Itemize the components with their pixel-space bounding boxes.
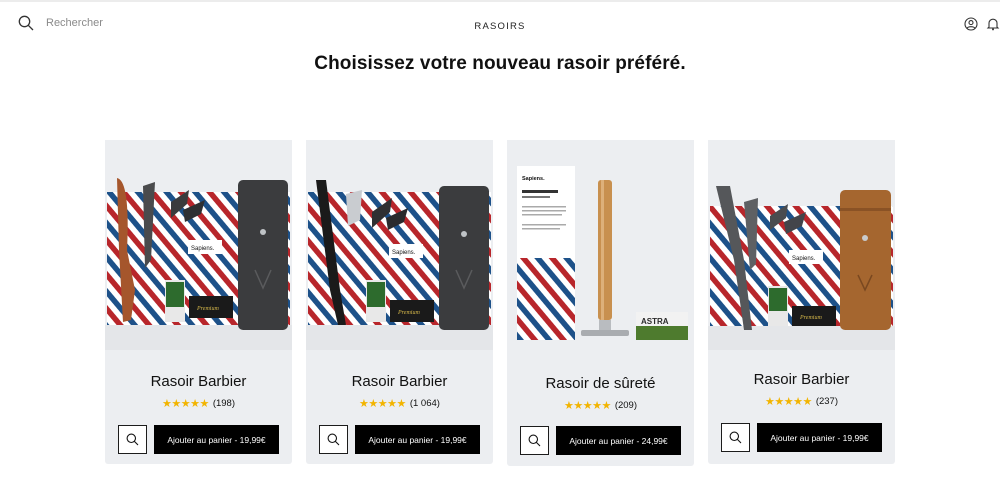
svg-text:Premium: Premium	[799, 315, 822, 321]
quick-view-button[interactable]	[520, 426, 549, 455]
add-to-cart-button[interactable]: Ajouter au panier - 19,99€	[355, 425, 480, 454]
product-rating: ★★★★★ (198)	[105, 397, 292, 410]
search-icon	[528, 434, 541, 447]
product-card: Sapiens. Premium Rasoir Barbier ★★★★★ (2…	[708, 140, 895, 464]
search-icon	[126, 433, 139, 446]
svg-text:Sapiens.: Sapiens.	[522, 176, 545, 182]
product-image[interactable]: Sapiens. Premium	[708, 140, 895, 350]
quick-view-button[interactable]	[721, 423, 750, 452]
rating-stars-icon: ★★★★★	[359, 398, 406, 410]
search-icon	[729, 431, 742, 444]
product-rating: ★★★★★ (1 064)	[306, 397, 493, 410]
quick-view-button[interactable]	[319, 425, 348, 454]
add-to-cart-button[interactable]: Ajouter au panier - 19,99€	[154, 425, 279, 454]
headline: Choisissez votre nouveau rasoir préféré.	[314, 53, 686, 74]
product-rating: ★★★★★ (237)	[708, 395, 895, 408]
page-title: RASOIRS	[474, 21, 526, 32]
product-name[interactable]: Rasoir Barbier	[105, 373, 292, 390]
site-header: RASOIRS	[0, 2, 1000, 46]
product-image[interactable]: Sapiens. ASTRA	[507, 140, 694, 350]
review-count: (1 064)	[409, 398, 440, 409]
search-icon	[327, 433, 340, 446]
svg-text:Premium: Premium	[196, 306, 219, 312]
review-count: (237)	[815, 396, 838, 407]
svg-text:ASTRA: ASTRA	[641, 317, 669, 326]
bell-icon[interactable]	[986, 17, 1000, 31]
product-rating: ★★★★★ (209)	[507, 399, 694, 412]
quick-view-button[interactable]	[118, 425, 147, 454]
rating-stars-icon: ★★★★★	[162, 398, 209, 410]
svg-text:Sapiens.: Sapiens.	[392, 250, 416, 256]
svg-text:Premium: Premium	[397, 310, 420, 316]
review-count: (209)	[614, 400, 637, 411]
add-to-cart-button[interactable]: Ajouter au panier - 24,99€	[556, 426, 681, 455]
product-image[interactable]: Sapiens. Premium	[306, 140, 493, 350]
product-card: Sapiens. ASTRA Rasoir de sûreté ★★★★★ (2…	[507, 140, 694, 466]
product-image[interactable]: Sapiens. Premium	[105, 140, 292, 350]
rating-stars-icon: ★★★★★	[564, 400, 611, 412]
svg-text:Sapiens.: Sapiens.	[792, 256, 816, 262]
product-card: Sapiens. Premium Rasoir Barbier ★★★★★ (1…	[306, 140, 493, 464]
product-card: Sapiens. Premium Rasoir Barbier ★★★★★ (1…	[105, 140, 292, 464]
rating-stars-icon: ★★★★★	[765, 396, 812, 408]
product-name[interactable]: Rasoir Barbier	[708, 371, 895, 388]
product-name[interactable]: Rasoir Barbier	[306, 373, 493, 390]
review-count: (198)	[212, 398, 235, 409]
add-to-cart-button[interactable]: Ajouter au panier - 19,99€	[757, 423, 882, 452]
product-name[interactable]: Rasoir de sûreté	[507, 375, 694, 392]
user-icon[interactable]	[964, 17, 978, 31]
svg-text:Sapiens.: Sapiens.	[191, 246, 215, 252]
